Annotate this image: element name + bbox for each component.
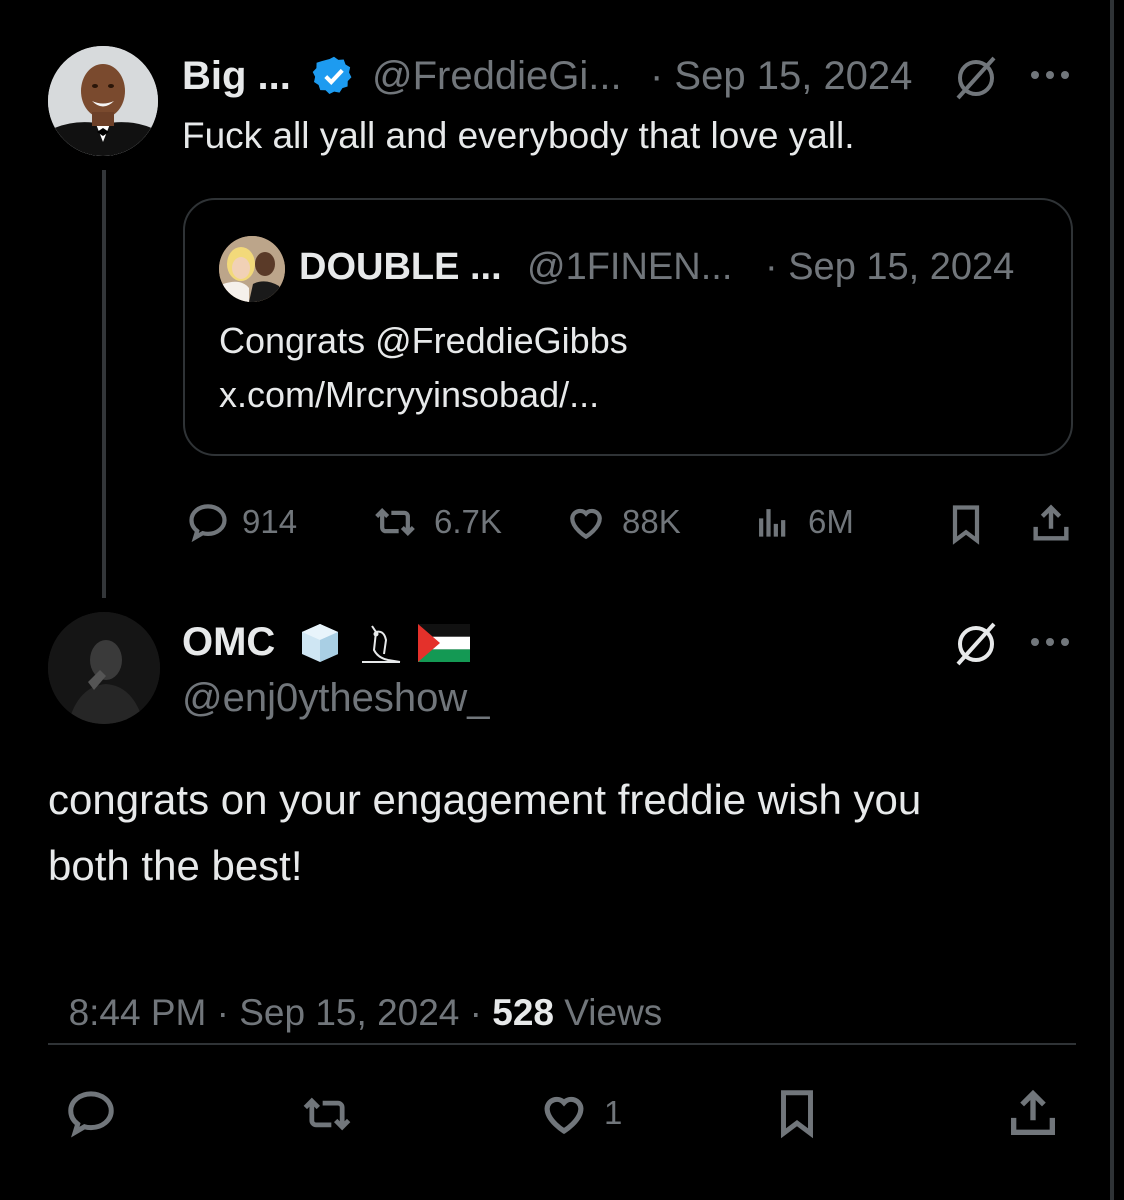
reply-icon — [189, 504, 227, 543]
reply-text-line1: congrats on your engagement freddie wish… — [48, 776, 922, 823]
repost-button[interactable]: 6.7K — [368, 500, 502, 544]
bookmark-icon[interactable] — [770, 1084, 824, 1142]
reply-grok-icon[interactable] — [950, 618, 1002, 670]
reply-like-button[interactable]: 1 — [536, 1086, 622, 1140]
reply-text-line2: both the best! — [48, 842, 303, 889]
reply-author-handle[interactable]: @enj0ytheshow_ — [182, 676, 489, 721]
share-icon[interactable] — [1004, 1084, 1062, 1142]
views-count: 6M — [808, 503, 854, 540]
bookmark-icon[interactable] — [944, 501, 988, 547]
quoted-tweet-card[interactable]: DOUBLE ... @1FINEN... · Sep 15, 2024 Con… — [183, 198, 1073, 456]
author-name[interactable]: Big ... — [182, 54, 291, 99]
repost-icon — [375, 508, 415, 536]
reply-views-label: Views — [554, 992, 663, 1033]
reply-author-emojis — [296, 620, 470, 666]
reply-meta: 8:44 PM · Sep 15, 2024 · 528 Views — [48, 950, 663, 1034]
repost-count: 6.7K — [434, 503, 502, 540]
reply-like-count: 1 — [604, 1094, 623, 1131]
thread-connector-line — [102, 170, 106, 598]
avatar[interactable] — [48, 46, 158, 156]
share-icon[interactable] — [1028, 500, 1074, 546]
reply-button[interactable]: 914 — [186, 500, 297, 544]
author-handle[interactable]: @FreddieGi... — [372, 54, 622, 99]
quoted-tweet-link[interactable]: x.com/Mrcryyinsobad/... — [219, 370, 599, 420]
heart-icon — [570, 508, 602, 540]
palestine-flag-icon — [418, 624, 470, 662]
ice-cube-icon — [302, 624, 338, 662]
views-icon — [759, 509, 786, 537]
reply-icon[interactable] — [64, 1086, 118, 1140]
reply-count: 914 — [242, 503, 298, 540]
reply-timestamp[interactable]: 8:44 PM · Sep 15, 2024 · — [69, 992, 493, 1033]
scrollbar[interactable] — [1110, 0, 1114, 1200]
profile-photo — [48, 46, 158, 156]
repost-icon[interactable] — [296, 1088, 358, 1140]
like-count: 88K — [622, 503, 681, 540]
more-options-icon[interactable] — [1031, 71, 1069, 79]
quoted-tweet-text-line1: Congrats @FreddieGibbs — [219, 320, 628, 361]
heart-icon — [544, 1096, 584, 1135]
owl-icon — [362, 625, 401, 663]
reply-author-name[interactable]: OMC — [182, 620, 275, 665]
verified-badge-icon — [312, 56, 352, 94]
quoted-author-handle[interactable]: @1FINEN... — [527, 246, 732, 289]
divider — [48, 1043, 1076, 1045]
reply-avatar[interactable] — [48, 612, 160, 724]
reply-views-count: 528 — [492, 992, 554, 1033]
grok-icon[interactable] — [950, 52, 1002, 104]
quoted-author-name[interactable]: DOUBLE ... — [299, 246, 502, 289]
tweet-text: Fuck all yall and everybody that love ya… — [182, 115, 855, 156]
reply-more-options-icon[interactable] — [1031, 638, 1069, 646]
like-button[interactable]: 88K — [562, 500, 681, 544]
views-button[interactable]: 6M — [752, 500, 854, 544]
reply-profile-photo — [48, 612, 160, 724]
tweet-date[interactable]: · Sep 15, 2024 — [650, 54, 912, 99]
quoted-tweet-date[interactable]: · Sep 15, 2024 — [765, 246, 1014, 289]
quoted-profile-photo — [219, 236, 285, 302]
quoted-avatar[interactable] — [219, 236, 285, 302]
